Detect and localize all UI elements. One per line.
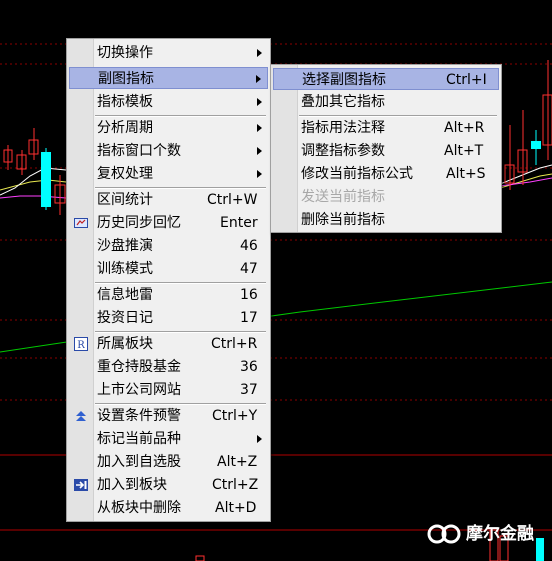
submenu-item-send-indicator: 发送当前指标 [273, 186, 499, 208]
menu-item-label: 选择副图指标 [302, 72, 386, 88]
menu-item-info-mine[interactable]: 信息地雷 16 [69, 284, 268, 306]
submenu-arrow-icon [257, 98, 262, 106]
submenu-item-overlay-indicator[interactable]: 叠加其它指标 [273, 91, 499, 113]
menu-item-subchart-indicator[interactable]: 副图指标 [69, 67, 268, 89]
menu-item-shortcut: Ctrl+Y [212, 408, 258, 424]
submenu-arrow-icon [256, 75, 261, 83]
submenu-arrow-icon [257, 49, 262, 57]
submenu-arrow-icon [257, 147, 262, 155]
submenu-item-delete-indicator[interactable]: 删除当前指标 [273, 209, 499, 231]
submenu-item-usage-notes[interactable]: 指标用法注释 Alt+R [273, 117, 499, 139]
menu-item-shortcut: Ctrl+W [207, 192, 258, 208]
menu-item-price-adjustment[interactable]: 复权处理 [69, 163, 268, 185]
menu-item-shortcut: 46 [240, 238, 258, 254]
menu-item-label: 投资日记 [97, 310, 153, 326]
subchart-indicator-submenu[interactable]: 选择副图指标 Ctrl+I 叠加其它指标 指标用法注释 Alt+R 调整指标参数… [270, 64, 502, 233]
menu-item-range-statistics[interactable]: 区间统计 Ctrl+W [69, 189, 268, 211]
menu-item-shortcut: 16 [240, 287, 258, 303]
menu-item-label: 从板块中删除 [97, 500, 181, 516]
menu-item-belonging-sector[interactable]: R 所属板块 Ctrl+R [69, 333, 268, 355]
add-to-block-icon [74, 479, 88, 491]
candles-left [3, 128, 66, 215]
submenu-arrow-icon [257, 124, 262, 132]
menu-item-label: 发送当前指标 [301, 189, 385, 205]
menu-item-label: 上市公司网站 [97, 382, 181, 398]
menu-item-shortcut: Alt+S [446, 166, 486, 182]
menu-item-label: 叠加其它指标 [301, 94, 385, 110]
menu-item-label: 设置条件预警 [97, 408, 181, 424]
menu-item-investment-diary[interactable]: 投资日记 17 [69, 307, 268, 329]
r-box-icon: R [74, 337, 88, 351]
submenu-item-edit-formula[interactable]: 修改当前指标公式 Alt+S [273, 163, 499, 185]
menu-item-indicator-template[interactable]: 指标模板 [69, 91, 268, 113]
menu-item-shortcut: Alt+D [215, 500, 257, 516]
menu-item-label: 副图指标 [98, 71, 154, 87]
menu-item-shortcut: Ctrl+I [446, 72, 487, 88]
menu-item-shortcut: Ctrl+Z [212, 477, 259, 493]
history-icon [74, 218, 88, 228]
submenu-item-adjust-params[interactable]: 调整指标参数 Alt+T [273, 140, 499, 162]
context-menu[interactable]: 切换操作 副图指标 指标模板 分析周期 指标窗口个数 复权处理 区间统计 Ctr… [66, 38, 271, 522]
menu-item-condition-alert[interactable]: 设置条件预警 Ctrl+Y [69, 405, 268, 427]
menu-item-switch-operation[interactable]: 切换操作 [69, 42, 268, 64]
menu-item-label: 切换操作 [97, 45, 153, 61]
submenu-arrow-icon [257, 435, 262, 443]
menu-item-add-to-block[interactable]: 加入到板块 Ctrl+Z [69, 474, 268, 496]
ma-line-magenta-right [499, 177, 552, 187]
menu-item-shortcut: Ctrl+R [211, 336, 258, 352]
menu-item-label: 指标模板 [97, 94, 153, 110]
menu-item-label: 调整指标参数 [301, 143, 385, 159]
menu-item-label: 区间统计 [97, 192, 153, 208]
menu-item-label: 修改当前指标公式 [301, 166, 413, 182]
menu-item-label: 重仓持股基金 [97, 359, 181, 375]
menu-item-shortcut: 17 [240, 310, 258, 326]
menu-item-shortcut: Alt+T [444, 143, 484, 159]
brand-name: 摩尔金融 [466, 524, 534, 544]
menu-item-indicator-window-count[interactable]: 指标窗口个数 [69, 140, 268, 162]
brand-logo-icon [427, 524, 461, 544]
menu-item-label: 加入到板块 [97, 477, 167, 493]
menu-item-shortcut: Enter [220, 215, 258, 231]
double-up-arrow-icon [76, 411, 86, 421]
menu-item-label: 指标窗口个数 [97, 143, 181, 159]
menu-item-company-website[interactable]: 上市公司网站 37 [69, 379, 268, 401]
menu-item-label: 信息地雷 [97, 287, 153, 303]
menu-item-shortcut: 36 [240, 359, 258, 375]
submenu-item-select-indicator[interactable]: 选择副图指标 Ctrl+I [273, 68, 499, 90]
menu-item-remove-from-block[interactable]: 从板块中删除 Alt+D [69, 497, 268, 519]
submenu-arrow-icon [257, 170, 262, 178]
menu-item-label: 训练模式 [97, 261, 153, 277]
menu-item-label: 加入到自选股 [97, 454, 181, 470]
menu-item-shortcut: Alt+Z [217, 454, 258, 470]
svg-text:R: R [77, 340, 85, 351]
menu-item-label: 分析周期 [97, 120, 153, 136]
menu-item-label: 历史同步回忆 [97, 215, 181, 231]
menu-item-label: 标记当前品种 [97, 431, 181, 447]
menu-item-shortcut: 47 [240, 261, 258, 277]
menu-item-label: 沙盘推演 [97, 238, 153, 254]
menu-item-label: 指标用法注释 [301, 120, 385, 136]
menu-item-shortcut: Alt+R [444, 120, 485, 136]
menu-item-label: 所属板块 [97, 336, 153, 352]
menu-item-add-to-watchlist[interactable]: 加入到自选股 Alt+Z [69, 451, 268, 473]
menu-item-history-sync[interactable]: 历史同步回忆 Enter [69, 212, 268, 234]
ma-line-magenta-left [0, 195, 67, 199]
candles-right [504, 60, 552, 190]
menu-item-mark-current-symbol[interactable]: 标记当前品种 [69, 428, 268, 450]
menu-item-sandbox-simulation[interactable]: 沙盘推演 46 [69, 235, 268, 257]
menu-item-label: 复权处理 [97, 166, 153, 182]
menu-item-analysis-period[interactable]: 分析周期 [69, 117, 268, 139]
menu-item-shortcut: 37 [240, 382, 258, 398]
menu-item-label: 删除当前指标 [301, 212, 385, 228]
menu-item-heavy-holding-funds[interactable]: 重仓持股基金 36 [69, 356, 268, 378]
menu-item-training-mode[interactable]: 训练模式 47 [69, 258, 268, 280]
